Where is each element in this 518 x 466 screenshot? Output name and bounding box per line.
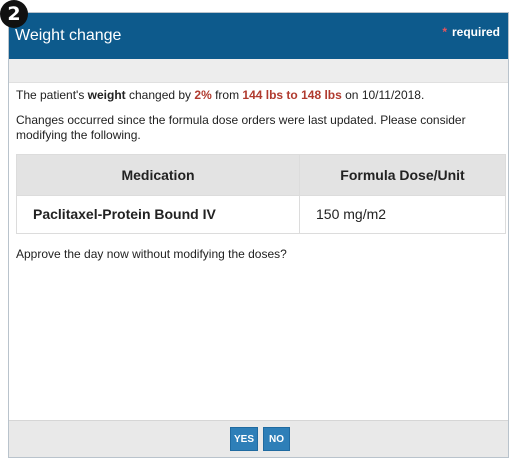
column-header-dose: Formula Dose/Unit [299,154,506,196]
dialog-header: Weight change * required [9,13,508,59]
changes-note: Changes occurred since the formula dose … [16,113,466,142]
weight-change-percent: 2% [194,88,212,102]
weight-change-dialog: Weight change * required The patient's we… [8,12,509,458]
weight-range: 144 lbs to 148 lbs [242,88,342,102]
weight-word: weight [87,88,126,102]
yes-button[interactable]: YES [230,427,258,451]
message-text: changed by [125,88,195,102]
weight-change-message: The patient's weight changed by 2% from … [16,88,501,103]
dose-cell: 150 mg/m2 [299,195,506,234]
message-date-text: on 10/11/2018. [341,88,425,102]
dialog-footer: YES NO [9,420,508,457]
no-button[interactable]: NO [263,427,290,451]
medication-cell: Paclitaxel-Protein Bound IV [16,195,300,234]
column-header-medication: Medication [16,154,300,196]
message-text: from [211,88,243,102]
message-text: The patient's [16,88,88,102]
required-label: required [451,25,500,39]
table-row: Paclitaxel-Protein Bound IV 150 mg/m2 [16,195,506,234]
dialog-content: The patient's weight changed by 2% from … [16,87,506,262]
medication-table: Medication Formula Dose/Unit Paclitaxel-… [16,154,506,234]
table-header-row: Medication Formula Dose/Unit [16,154,506,196]
dialog-title: Weight change [15,27,122,44]
required-star: * [442,25,447,39]
approve-question: Approve the day now without modifying th… [16,247,287,261]
dialog-subbar [9,59,508,83]
required-indicator: * required [442,25,500,39]
step-number-badge: 2 [0,0,28,28]
